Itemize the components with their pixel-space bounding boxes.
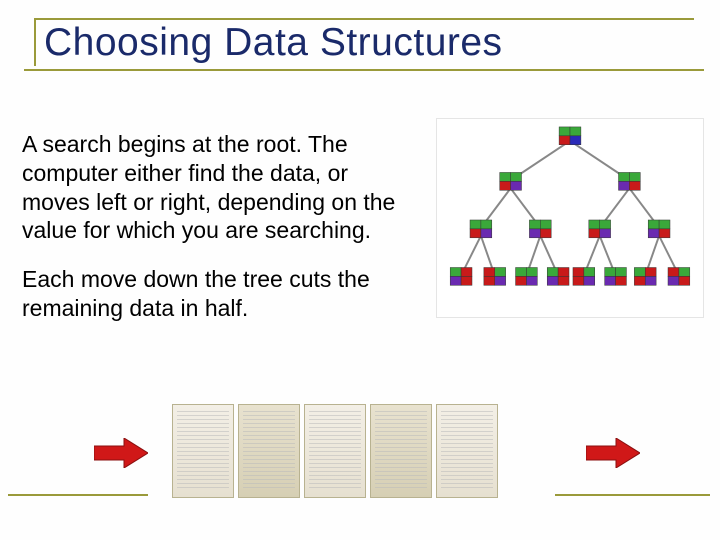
title-rule-bottom — [24, 69, 704, 71]
right-arrow-icon — [94, 438, 148, 468]
page-title: Choosing Data Structures — [24, 22, 720, 65]
paragraph-1: A search begins at the root. The compute… — [22, 130, 422, 245]
document-thumb — [436, 404, 498, 498]
document-thumb — [172, 404, 234, 498]
document-thumb — [238, 404, 300, 498]
right-arrow-icon — [586, 438, 640, 468]
document-thumb — [370, 404, 432, 498]
document-thumbnails — [172, 404, 498, 498]
body-text: A search begins at the root. The compute… — [22, 130, 422, 323]
title-tick — [34, 20, 36, 66]
title-rule-top — [34, 18, 694, 20]
document-thumb — [304, 404, 366, 498]
footer-rule-right — [555, 494, 710, 496]
title-block: Choosing Data Structures — [0, 0, 720, 71]
binary-tree-diagram — [436, 118, 704, 318]
paragraph-2: Each move down the tree cuts the remaini… — [22, 265, 422, 323]
footer-rule-left — [8, 494, 148, 496]
